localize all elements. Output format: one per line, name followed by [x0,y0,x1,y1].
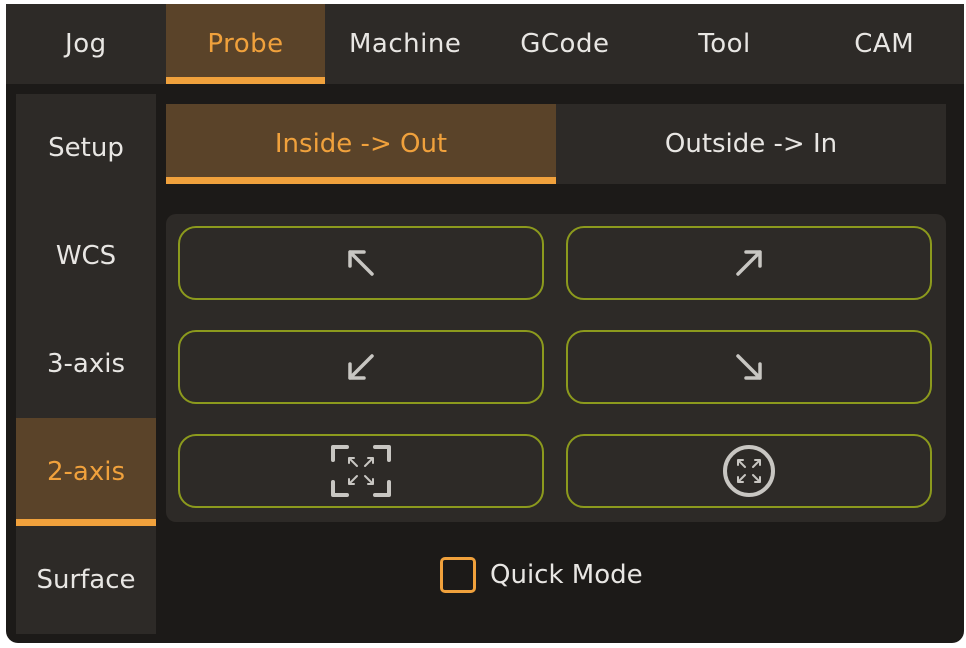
side-tab-label: WCS [55,241,117,271]
tab-label: Machine [349,29,462,59]
side-tab-label: Setup [48,133,124,163]
arrow-down-right-icon [736,354,762,380]
side-tab-wcs[interactable]: WCS [16,202,156,310]
side-tab-label: 2-axis [46,457,125,487]
tab-label: GCode [520,29,610,59]
side-tab-bar: Setup WCS 3-axis 2-axis Surface [16,94,156,634]
tab-gcode[interactable]: GCode [485,4,645,84]
tab-cam[interactable]: CAM [804,4,964,84]
circle-bore-icon [723,445,775,497]
tab-inside-out[interactable]: Inside -> Out [166,104,556,184]
tab-probe[interactable]: Probe [165,4,326,84]
tab-tool[interactable]: Tool [645,4,805,84]
probe-corner-bottom-left-button[interactable] [178,330,544,404]
probe-corner-bottom-right-button[interactable] [566,330,932,404]
tab-jog[interactable]: Jog [6,4,166,84]
probe-circle-bore-button[interactable] [566,434,932,508]
tab-label: Jog [65,29,107,59]
tab-label: Probe [207,29,284,59]
side-tab-label: Surface [36,565,136,595]
arrow-down-left-icon [348,354,374,380]
side-tab-surface[interactable]: Surface [16,526,156,634]
arrow-up-right-icon [736,250,762,276]
tab-machine[interactable]: Machine [325,4,485,84]
quick-mode-label: Quick Mode [490,560,643,590]
tab-label: Tool [698,29,751,59]
side-tab-setup[interactable]: Setup [16,94,156,202]
side-tab-label: 3-axis [46,349,125,379]
probe-corner-top-right-button[interactable] [566,226,932,300]
probe-rectangle-pocket-button[interactable] [178,434,544,508]
quick-mode-checkbox[interactable] [440,557,476,593]
tab-label: CAM [854,29,915,59]
side-tab-3-axis[interactable]: 3-axis [16,310,156,418]
probe-window: Jog Probe Machine GCode Tool CAM Setup W… [6,4,964,643]
mode-tab-label: Outside -> In [664,129,838,159]
top-tab-bar: Jog Probe Machine GCode Tool CAM [6,4,964,84]
arrow-up-left-icon [348,250,374,276]
probe-direction-tabs: Inside -> Out Outside -> In [166,104,946,184]
side-tab-2-axis[interactable]: 2-axis [16,418,156,526]
mode-tab-label: Inside -> Out [274,129,448,159]
tab-outside-in[interactable]: Outside -> In [556,104,946,184]
rectangle-pocket-icon [331,445,391,497]
probe-corner-top-left-button[interactable] [178,226,544,300]
probe-button-grid [166,214,946,522]
quick-mode-toggle[interactable]: Quick Mode [440,555,643,595]
